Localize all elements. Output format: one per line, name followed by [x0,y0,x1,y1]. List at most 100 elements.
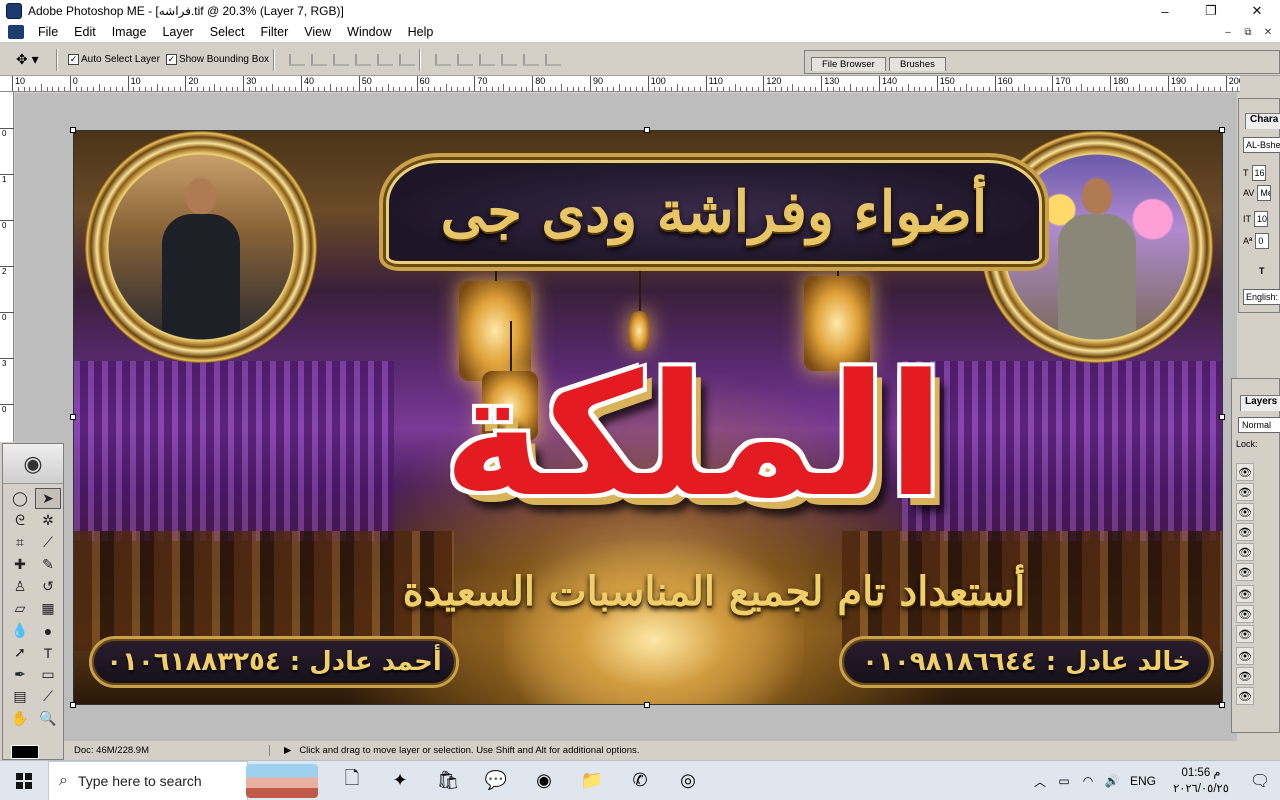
auto-select-layer-checkbox[interactable]: ✓ Auto Select Layer [68,54,160,65]
eraser-tool-icon[interactable]: ▱ [7,598,33,619]
eye-icon[interactable]: 👁 [1236,647,1254,665]
blur-tool-icon[interactable]: 💧 [7,620,33,641]
lasso-tool-icon[interactable]: ᘓ [7,510,33,531]
status-arrow-icon[interactable]: ▶ [270,745,291,756]
gradient-tool-icon[interactable]: ▦ [35,598,61,619]
transform-handle[interactable] [70,127,76,133]
magic-wand-tool-icon[interactable]: ✲ [35,510,61,531]
network-icon[interactable]: ▭ [1052,774,1076,788]
tab-character[interactable]: Chara [1245,113,1280,129]
font-family-field[interactable]: AL-Bshe [1243,137,1280,153]
dodge-tool-icon[interactable]: ● [35,620,61,641]
clock[interactable]: 01:56 م ٢٠٢٦/٠٥/٢٥ [1162,765,1240,797]
notes-tool-icon[interactable]: ▤ [7,686,33,707]
type-tool-icon[interactable]: T [35,642,61,663]
align-right-icon[interactable] [399,53,416,66]
language-field[interactable]: English: [1243,289,1280,305]
align-vcenter-icon[interactable] [311,53,328,66]
pen-tool-icon[interactable]: ✒ [7,664,33,685]
document-canvas[interactable]: أضواء وفراشة ودى جى الملكة أستعداد تام ل… [73,130,1223,705]
shape-tool-icon[interactable]: ▭ [35,664,61,685]
eyedropper-tool-icon[interactable]: ⟋ [35,686,61,707]
distribute-bottom-icon[interactable] [479,53,496,66]
move-tool-icon[interactable]: ➤ [35,488,61,509]
menu-filter[interactable]: Filter [252,25,296,39]
show-bounding-box-checkbox[interactable]: ✓ Show Bounding Box [165,54,269,65]
scale-field[interactable]: 10 [1254,211,1268,227]
store-icon[interactable]: 🛍 [424,761,472,800]
language-indicator[interactable]: ENG [1124,774,1162,788]
chevron-up-icon[interactable]: ︿ [1028,773,1052,790]
align-bottom-icon[interactable] [333,53,350,66]
distribute-vcenter-icon[interactable] [457,53,474,66]
history-brush-tool-icon[interactable]: ↺ [35,576,61,597]
messenger-icon[interactable]: 💬 [472,761,520,800]
brush-tool-icon[interactable]: ✎ [35,554,61,575]
tab-file-browser[interactable]: File Browser [811,57,886,71]
volume-icon[interactable]: 🔊 [1100,774,1124,788]
doc-close-button[interactable]: ✕ [1260,25,1276,39]
wifi-icon[interactable]: ◠ [1076,774,1100,788]
file-app-icon[interactable]: 🗋 [328,761,376,800]
transform-handle[interactable] [1219,414,1225,420]
minimize-button[interactable]: – [1142,0,1188,22]
align-left-icon[interactable] [355,53,372,66]
tracking-field[interactable]: Me [1257,185,1272,201]
eye-icon[interactable]: 👁 [1236,523,1254,541]
distribute-right-icon[interactable] [545,53,562,66]
eye-icon[interactable]: 👁 [1236,483,1254,501]
crop-tool-icon[interactable]: ⌗ [7,532,33,553]
eye-icon[interactable]: 👁 [1236,503,1254,521]
menu-help[interactable]: Help [400,25,442,39]
whatsapp-icon[interactable]: ✆ [616,761,664,800]
faux-bold-icon[interactable]: T [1259,263,1265,279]
tab-brushes[interactable]: Brushes [889,57,946,71]
eye-icon[interactable]: 👁 [1236,563,1254,581]
eye-icon[interactable]: 👁 [1236,543,1254,561]
doc-restore-button[interactable]: ⧉ [1240,25,1256,39]
document-icon[interactable] [8,25,24,39]
slice-tool-icon[interactable]: ⟋ [35,532,61,553]
marquee-tool-icon[interactable]: ◯ [7,488,33,509]
baseline-field[interactable]: 0 [1255,233,1270,249]
menu-window[interactable]: Window [339,25,399,39]
transform-handle[interactable] [70,702,76,708]
photoshop-eye-logo[interactable]: ◉ [3,444,63,484]
menu-image[interactable]: Image [104,25,155,39]
blend-mode-select[interactable]: Normal [1238,417,1280,433]
distribute-top-icon[interactable] [435,53,452,66]
align-top-icon[interactable] [289,53,306,66]
zoom-tool-icon[interactable]: 🔍 [35,708,61,729]
menu-view[interactable]: View [296,25,339,39]
eye-icon[interactable]: 👁 [1236,585,1254,603]
menu-edit[interactable]: Edit [66,25,104,39]
photoshop-taskbar-icon[interactable]: ◉ [520,761,568,800]
close-button[interactable]: ✕ [1234,0,1280,22]
transform-handle[interactable] [70,414,76,420]
transform-handle[interactable] [1219,702,1225,708]
notification-icon[interactable]: 🗨 [1240,771,1280,791]
horizontal-ruler[interactable]: 10 0 10 20 30 40 50 60 70 80 90 100 110 120 130 140 150 1… [0,76,1240,92]
eye-icon[interactable]: 👁 [1236,605,1254,623]
align-hcenter-icon[interactable] [377,53,394,66]
doc-minimize-button[interactable]: – [1220,25,1236,39]
distribute-left-icon[interactable] [501,53,518,66]
move-tool-preset-icon[interactable]: ✥ ▾ [16,49,52,71]
healing-brush-tool-icon[interactable]: ✚ [7,554,33,575]
menu-select[interactable]: Select [202,25,253,39]
foreground-color-swatch[interactable] [11,745,39,759]
hand-tool-icon[interactable]: ✋ [7,708,33,729]
eye-icon[interactable]: 👁 [1236,667,1254,685]
eye-icon[interactable]: 👁 [1236,463,1254,481]
chrome-icon[interactable]: ◎ [664,761,712,800]
vertical-ruler[interactable]: 0 1 0 2 0 3 0 [0,92,14,442]
clone-stamp-tool-icon[interactable]: ♙ [7,576,33,597]
taskbar-search[interactable]: ⌕ Type here to search [48,760,248,800]
transform-handle[interactable] [1219,127,1225,133]
distribute-hcenter-icon[interactable] [523,53,540,66]
menu-file[interactable]: File [30,25,66,39]
eye-icon[interactable]: 👁 [1236,687,1254,705]
transform-handle[interactable] [644,702,650,708]
copilot-icon[interactable]: ✦ [376,761,424,800]
transform-handle[interactable] [644,127,650,133]
